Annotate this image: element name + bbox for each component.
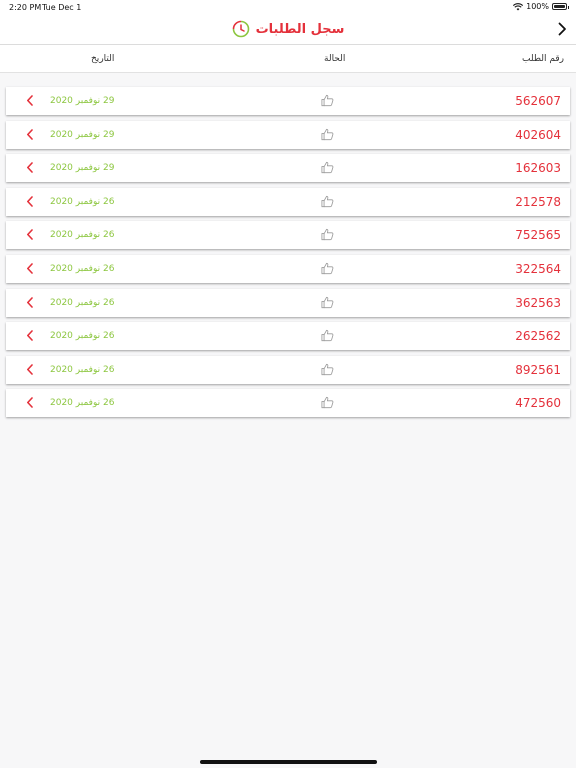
- order-row[interactable]: 472560 26 نوفمبر 2020: [6, 389, 570, 418]
- battery-icon: [552, 3, 569, 10]
- thumbs-up-icon: [321, 262, 334, 275]
- order-number: 892561: [515, 362, 561, 377]
- order-number: 162603: [515, 161, 561, 176]
- chevron-left-icon[interactable]: [26, 263, 34, 274]
- order-date: 26 نوفمبر 2020: [50, 196, 115, 207]
- thumbs-up-icon: [321, 296, 334, 308]
- order-date: 26 نوفمبر 2020: [50, 230, 115, 241]
- column-status: الحالة: [324, 54, 346, 64]
- chevron-left-icon[interactable]: [26, 95, 34, 106]
- chevron-left-icon[interactable]: [26, 397, 34, 409]
- order-row[interactable]: 562607 29 نوفمبر 2020: [6, 87, 570, 115]
- chevron-left-icon[interactable]: [26, 363, 34, 375]
- clock-icon: [232, 20, 249, 38]
- order-row[interactable]: 212578 26 نوفمبر 2020: [6, 187, 570, 216]
- title-group: سجل الطلبات: [0, 20, 576, 38]
- wifi-icon: [513, 2, 524, 10]
- status-time: 2:20 PM: [9, 3, 42, 12]
- order-number: 562607: [515, 94, 561, 108]
- column-date: التاريخ: [91, 54, 115, 64]
- order-date: 29 نوفمبر 2020: [50, 163, 115, 174]
- chevron-left-icon[interactable]: [26, 296, 34, 308]
- order-date: 29 نوفمبر 2020: [50, 96, 115, 106]
- order-row[interactable]: 162603 29 نوفمبر 2020: [6, 154, 570, 183]
- thumbs-up-icon: [321, 363, 334, 375]
- order-number: 212578: [515, 194, 561, 209]
- order-row[interactable]: 322564 26 نوفمبر 2020: [6, 254, 570, 283]
- status-right: 100%: [513, 2, 569, 11]
- order-date: 26 نوفمبر 2020: [50, 297, 115, 308]
- order-date: 26 نوفمبر 2020: [50, 398, 115, 409]
- column-order-number: رقم الطلب: [522, 54, 564, 64]
- thumbs-up-icon: [321, 162, 334, 174]
- status-date: Tue Dec 1: [42, 3, 82, 12]
- thumbs-up-icon: [321, 128, 334, 140]
- order-row[interactable]: 362563 26 نوفمبر 2020: [6, 288, 570, 317]
- status-bar: 2:20 PM Tue Dec 1 100%: [0, 0, 576, 14]
- order-number: 262562: [515, 329, 561, 344]
- chevron-left-icon[interactable]: [26, 195, 34, 207]
- order-row[interactable]: 752565 26 نوفمبر 2020: [6, 221, 570, 250]
- thumbs-up-icon: [321, 229, 334, 241]
- order-row[interactable]: 402604 29 نوفمبر 2020: [6, 120, 570, 149]
- chevron-left-icon[interactable]: [26, 330, 34, 341]
- order-number: 322564: [515, 261, 561, 276]
- battery-percent: 100%: [526, 2, 549, 11]
- thumbs-up-icon: [321, 94, 334, 107]
- chevron-left-icon[interactable]: [26, 128, 34, 140]
- order-row[interactable]: 892561 26 نوفمبر 2020: [6, 355, 570, 384]
- home-indicator: [200, 760, 377, 764]
- order-row[interactable]: 262562 26 نوفمبر 2020: [6, 322, 570, 351]
- order-date: 29 نوفمبر 2020: [50, 129, 115, 140]
- order-date: 26 نوفمبر 2020: [50, 263, 115, 274]
- chevron-right-icon: [558, 22, 566, 36]
- order-number: 362563: [515, 295, 561, 310]
- thumbs-up-icon: [321, 195, 334, 207]
- order-date: 26 نوفمبر 2020: [50, 331, 115, 342]
- navigation-bar: سجل الطلبات: [0, 14, 576, 45]
- chevron-left-icon[interactable]: [26, 162, 34, 173]
- thumbs-up-icon: [321, 330, 334, 342]
- order-number: 752565: [515, 228, 561, 243]
- chevron-left-icon[interactable]: [26, 229, 34, 241]
- order-number: 402604: [515, 127, 561, 142]
- order-number: 472560: [515, 396, 561, 411]
- back-button[interactable]: [554, 20, 570, 38]
- page-title: سجل الطلبات: [255, 21, 345, 37]
- thumbs-up-icon: [321, 397, 334, 409]
- table-header: رقم الطلب الحالة التاريخ: [0, 45, 576, 73]
- orders-list: 562607 29 نوفمبر 2020 402604 29 نوفمبر 2…: [6, 87, 570, 423]
- order-date: 26 نوفمبر 2020: [50, 364, 115, 375]
